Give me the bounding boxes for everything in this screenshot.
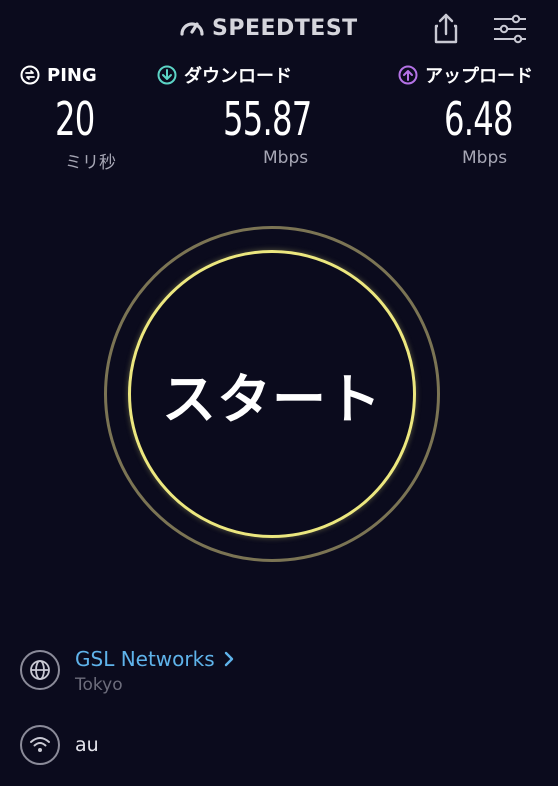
upload-label: アップロード	[425, 66, 533, 87]
ping-unit: ミリ秒	[65, 153, 116, 173]
speedtest-screen: SPEEDTEST PING 20 ミリ秒 ダウンロード 55.87 Mbps …	[0, 0, 558, 786]
logo-text: SPEEDTEST	[212, 15, 358, 41]
ping-metric: PING 20 ミリ秒	[20, 62, 140, 173]
download-value: 55.87	[223, 92, 312, 146]
upload-arrow-icon	[398, 65, 418, 85]
sliders-icon	[494, 14, 526, 44]
server-row: GSL Networks Tokyo	[20, 647, 235, 695]
upload-value: 6.48	[444, 92, 514, 146]
ping-value: 20	[55, 92, 95, 146]
server-name-link[interactable]: GSL Networks	[75, 647, 235, 671]
share-icon	[434, 13, 458, 44]
ping-icon	[20, 65, 40, 85]
download-label: ダウンロード	[184, 66, 292, 87]
server-name: GSL Networks	[75, 647, 215, 671]
start-area: スタート	[104, 226, 440, 562]
globe-icon	[20, 650, 60, 690]
upload-metric: アップロード 6.48 Mbps	[398, 62, 558, 172]
download-metric: ダウンロード 55.87 Mbps	[157, 62, 327, 172]
connection-row: au	[20, 725, 99, 765]
download-unit: Mbps	[263, 148, 309, 168]
chevron-right-icon	[224, 651, 233, 667]
speedtest-logo: SPEEDTEST	[178, 12, 358, 44]
speedometer-icon	[180, 22, 204, 36]
download-arrow-icon	[157, 65, 177, 85]
ping-label: PING	[47, 64, 97, 86]
upload-unit: Mbps	[462, 148, 508, 168]
share-button[interactable]	[428, 12, 464, 46]
server-location: Tokyo	[75, 675, 123, 695]
start-button[interactable]: スタート	[128, 250, 416, 538]
start-label: スタート	[162, 367, 382, 431]
isp-name: au	[75, 734, 99, 756]
settings-button[interactable]	[492, 12, 528, 46]
wifi-icon	[20, 725, 60, 765]
